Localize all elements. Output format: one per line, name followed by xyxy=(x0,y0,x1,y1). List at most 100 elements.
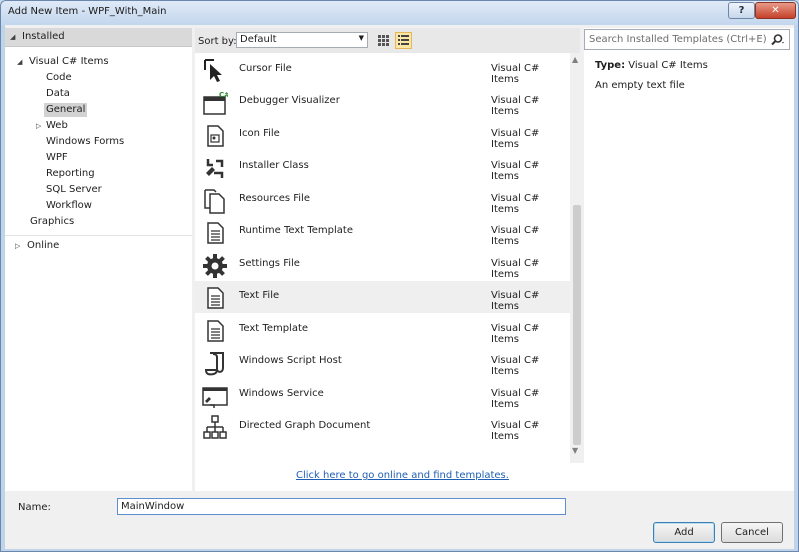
template-item-windows-script-host[interactable]: Windows Script Host Visual C# Items xyxy=(195,346,570,378)
template-list: Cursor File Visual C# Items C# Debugger … xyxy=(195,53,570,463)
icon-file-icon xyxy=(207,125,224,147)
template-item-windows-service[interactable]: Windows Service Visual C# Items xyxy=(195,379,570,411)
dialog-body: ◢ Installed ◢ Visual C# Items Code Data … xyxy=(5,25,794,549)
template-item-cursor-file[interactable]: Cursor File Visual C# Items xyxy=(195,54,570,86)
search-placeholder: Search Installed Templates (Ctrl+E) xyxy=(589,34,767,45)
sort-by-dropdown[interactable]: Default ▼ xyxy=(236,32,368,48)
chevron-down-icon: ▼ xyxy=(358,34,364,42)
help-button[interactable]: ? xyxy=(728,2,755,19)
details-pane: Search Installed Templates (Ctrl+E) Type… xyxy=(584,28,794,491)
name-row: Name: xyxy=(5,494,794,519)
template-item-text-template[interactable]: Text Template Visual C# Items xyxy=(195,314,570,346)
template-list-scrollbar[interactable]: ▲ ▼ xyxy=(570,53,584,463)
medium-icons-view-button[interactable] xyxy=(375,32,392,49)
collapsed-triangle-icon[interactable]: ▷ xyxy=(36,122,41,130)
tree-item-sql-server[interactable]: SQL Server xyxy=(46,183,102,197)
template-item-settings-file[interactable]: Settings File Visual C# Items xyxy=(195,249,570,281)
window-title: Add New Item - WPF_With_Main xyxy=(8,6,167,17)
template-item-runtime-text-template[interactable]: Runtime Text Template Visual C# Items xyxy=(195,216,570,248)
template-category: Visual C# Items xyxy=(491,323,540,345)
template-name: Text Template xyxy=(239,323,309,334)
add-button[interactable]: Add xyxy=(653,522,715,543)
tree-item-workflow[interactable]: Workflow xyxy=(46,199,92,213)
gear-icon xyxy=(203,254,227,278)
tree-header-label: Installed xyxy=(22,31,65,42)
sort-toolbar: Sort by: Default ▼ xyxy=(195,28,580,53)
template-category: Visual C# Items xyxy=(491,128,540,150)
scroll-down-arrow-icon[interactable]: ▼ xyxy=(572,446,578,455)
template-category: Visual C# Items xyxy=(491,388,540,410)
template-item-resources-file[interactable]: Resources File Visual C# Items xyxy=(195,184,570,216)
scroll-up-arrow-icon[interactable]: ▲ xyxy=(572,55,578,64)
expanded-triangle-icon[interactable]: ◢ xyxy=(17,58,22,66)
svg-text:C#: C# xyxy=(219,91,228,99)
directed-graph-icon xyxy=(203,415,227,439)
tree-header-installed[interactable]: ◢ Installed xyxy=(5,28,192,47)
template-item-directed-graph-document[interactable]: Directed Graph Document Visual C# Items xyxy=(195,411,570,443)
template-category: Visual C# Items xyxy=(491,225,540,247)
sort-by-value: Default xyxy=(240,34,277,45)
online-templates-area: Click here to go online and find templat… xyxy=(195,463,584,491)
tree-item-data[interactable]: Data xyxy=(46,87,70,101)
tree-item-visual-csharp-items[interactable]: Visual C# Items xyxy=(29,55,109,69)
template-name: Windows Service xyxy=(239,388,324,399)
template-name: Settings File xyxy=(239,258,300,269)
list-view-icon xyxy=(398,35,409,45)
list-view-button[interactable] xyxy=(395,32,412,49)
template-category: Visual C# Items xyxy=(491,160,540,182)
category-tree: ◢ Installed ◢ Visual C# Items Code Data … xyxy=(5,28,192,491)
template-category: Visual C# Items xyxy=(491,258,540,280)
script-icon xyxy=(204,352,224,376)
add-new-item-dialog: Add New Item - WPF_With_Main ? ✕ ◢ Insta… xyxy=(0,0,799,552)
template-name: Directed Graph Document xyxy=(239,420,371,431)
collapsed-triangle-icon[interactable]: ▷ xyxy=(15,242,20,250)
search-installed-templates-input[interactable]: Search Installed Templates (Ctrl+E) xyxy=(584,29,790,50)
type-value: Visual C# Items xyxy=(628,60,708,71)
template-category: Visual C# Items xyxy=(491,355,540,377)
tree-divider xyxy=(5,235,192,236)
template-name: Icon File xyxy=(239,128,280,139)
text-document-icon xyxy=(207,287,224,309)
tree-item-graphics[interactable]: Graphics xyxy=(30,215,74,229)
template-type-line: Type: Visual C# Items xyxy=(595,60,708,71)
template-name: Resources File xyxy=(239,193,310,204)
template-item-icon-file[interactable]: Icon File Visual C# Items xyxy=(195,119,570,151)
sort-by-label: Sort by: xyxy=(198,36,237,47)
debugger-visualizer-icon: C# xyxy=(203,91,228,115)
template-name: Runtime Text Template xyxy=(239,225,353,236)
grid-view-icon xyxy=(378,35,389,46)
tree-item-online[interactable]: Online xyxy=(27,239,59,253)
resources-file-icon xyxy=(204,189,225,214)
template-name: Text File xyxy=(239,290,280,301)
template-category: Visual C# Items xyxy=(491,63,540,85)
name-input[interactable] xyxy=(117,498,566,515)
template-item-installer-class[interactable]: Installer Class Visual C# Items xyxy=(195,151,570,183)
search-icon[interactable] xyxy=(770,33,786,47)
close-button[interactable]: ✕ xyxy=(755,2,796,19)
windows-service-icon xyxy=(202,387,228,408)
tree-item-web[interactable]: Web xyxy=(46,119,68,133)
cancel-button[interactable]: Cancel xyxy=(721,522,783,543)
name-label: Name: xyxy=(18,502,51,513)
tree-item-reporting[interactable]: Reporting xyxy=(46,167,95,181)
template-name: Debugger Visualizer xyxy=(239,95,340,106)
template-item-debugger-visualizer[interactable]: C# Debugger Visualizer Visual C# Items xyxy=(195,86,570,118)
template-category: Visual C# Items xyxy=(491,95,540,117)
tree-item-general[interactable]: General xyxy=(44,103,88,117)
template-category: Visual C# Items xyxy=(491,290,540,312)
expanded-triangle-icon: ◢ xyxy=(10,33,16,41)
tree-item-windows-forms[interactable]: Windows Forms xyxy=(46,135,124,149)
text-document-icon xyxy=(207,320,224,342)
template-name: Windows Script Host xyxy=(239,355,342,366)
template-name: Installer Class xyxy=(239,160,309,171)
cursor-icon xyxy=(204,59,222,82)
template-description: An empty text file xyxy=(595,80,685,91)
title-bar[interactable]: Add New Item - WPF_With_Main ? ✕ xyxy=(1,1,798,25)
tree-item-wpf[interactable]: WPF xyxy=(46,151,68,165)
scrollbar-thumb[interactable] xyxy=(573,205,581,445)
template-category: Visual C# Items xyxy=(491,193,540,215)
template-item-text-file[interactable]: Text File Visual C# Items xyxy=(195,281,570,313)
find-online-templates-link[interactable]: Click here to go online and find templat… xyxy=(296,470,509,481)
installer-class-icon xyxy=(206,159,224,178)
tree-item-code[interactable]: Code xyxy=(46,71,72,85)
